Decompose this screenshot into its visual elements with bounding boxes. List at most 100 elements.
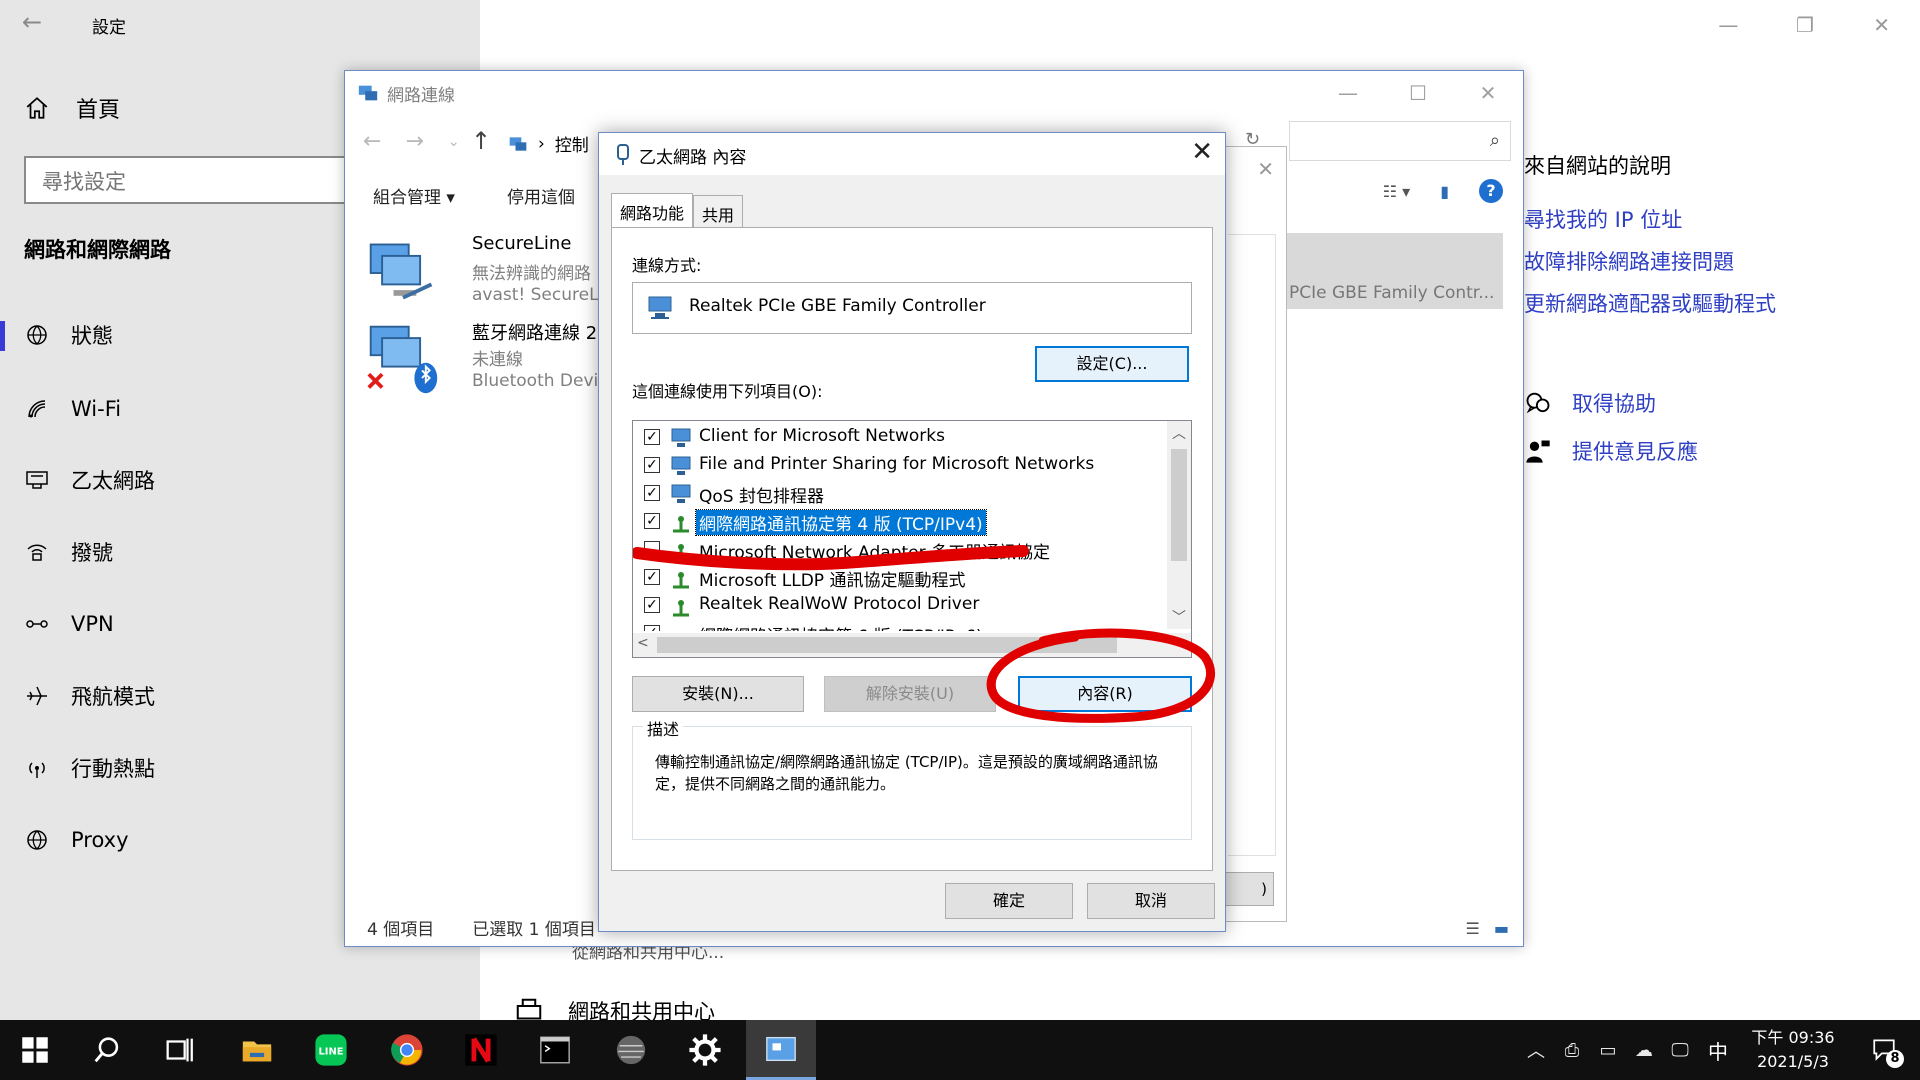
install-button[interactable]: 安裝(N)... [632,676,804,712]
feedback-link[interactable]: 提供意見反應 [1524,436,1698,466]
nav-label: 飛航模式 [71,685,155,709]
list-item[interactable]: ✓ File and Printer Sharing for Microsoft… [633,451,1168,479]
minimize-icon[interactable]: — [1313,71,1383,115]
netflix-button[interactable] [446,1020,516,1080]
breadcrumb[interactable]: › 控制 [508,131,589,156]
file-sharing-icon [671,456,691,475]
chat-help-icon [1526,392,1550,414]
network-tray-icon[interactable]: 🖵 [1662,1040,1698,1061]
home-icon [26,97,48,119]
checkbox[interactable]: ✓ [644,569,660,585]
list-item-label: Client for Microsoft Networks [699,426,946,446]
protocol-icon [673,516,689,533]
settings-gear-icon [689,1034,721,1066]
back-arrow-icon[interactable]: ← [363,129,381,155]
battery-icon[interactable]: ▭ [1590,1040,1626,1061]
wifi-icon [24,396,50,422]
minimize-icon[interactable]: — [1690,8,1767,42]
list-item[interactable]: ✓ Client for Microsoft Networks [633,423,1168,451]
ethernet-adapter-icon [617,144,629,165]
chrome-icon [391,1034,423,1066]
scroll-down-icon[interactable]: ﹀ [1167,607,1191,627]
up-arrow-icon[interactable]: ↑ [471,127,491,155]
settings-button[interactable] [670,1020,740,1080]
restore-icon[interactable]: ❐ [1767,8,1844,42]
recent-chevron-icon[interactable]: ⌄ [448,129,460,155]
list-item[interactable]: ✓ Microsoft LLDP 通訊協定驅動程式 [633,563,1168,591]
maximize-icon[interactable]: ☐ [1383,71,1453,115]
close-icon[interactable]: ✕ [1191,137,1213,167]
explorer-search-input[interactable]: ⌕ [1289,121,1511,161]
list-item[interactable]: ✓ QoS 封包排程器 [633,479,1168,507]
properties-button[interactable]: 內容(R) [1018,676,1192,712]
close-icon[interactable]: ✕ [1453,71,1523,115]
airplane-icon [24,683,50,709]
ime-indicator[interactable]: 中 [1698,1036,1738,1065]
avast-secureline-button[interactable] [596,1020,666,1080]
uninstall-button[interactable]: 解除安裝(U) [824,676,996,712]
start-button[interactable] [0,1020,70,1080]
checkbox[interactable]: ✓ [644,457,660,473]
vertical-scrollbar[interactable]: ︿ ﹀ [1167,421,1191,629]
list-item-selected[interactable]: ✓ 網際網路通訊協定第 4 版 (TCP/IPv4) [633,507,1168,536]
nav-label: 乙太網路 [71,469,155,493]
get-help-link[interactable]: 取得協助 [1524,388,1656,418]
checkbox[interactable]: ✓ [644,485,660,501]
task-view-button[interactable] [144,1020,214,1080]
checkbox[interactable]: ✓ [644,429,660,445]
checkbox[interactable] [644,541,660,557]
terminal-button[interactable] [520,1020,590,1080]
adapter-name: Realtek PCIe GBE Family Controller [689,296,986,316]
help-link-update-driver[interactable]: 更新網路適配器或驅動程式 [1524,288,1776,318]
list-item[interactable]: ✓ 網際網路通訊協定第 6 版 (TCP/IPv6) [633,619,1168,631]
cancel-button[interactable]: 取消 [1087,883,1215,919]
list-item[interactable]: Microsoft Network Adapter 多工器通訊協定 [633,535,1168,563]
preview-pane-icon[interactable]: ▮ [1440,182,1449,201]
onedrive-error-icon[interactable]: ☁ [1626,1040,1662,1061]
view-controls: ☷ ▾ ▮ ? [1383,179,1503,203]
change-view-icon[interactable]: ☷ ▾ [1383,182,1410,201]
help-icon[interactable]: ? [1479,179,1503,203]
selected-count: 已選取 1 個項目 [472,920,596,940]
scroll-left-icon[interactable]: < [637,635,649,651]
tab-strip: 網路功能 共用 [611,193,744,227]
home-nav-item[interactable]: 首頁 [24,92,120,124]
tab-networking[interactable]: 網路功能 [611,193,694,227]
checkbox[interactable]: ✓ [644,625,660,631]
horizontal-scrollbar[interactable]: < [633,633,1191,657]
help-link-find-ip[interactable]: 尋找我的 IP 位址 [1524,204,1682,234]
configure-button[interactable]: 設定(C)... [1035,346,1189,382]
action-center-button[interactable]: 8 [1848,1020,1920,1080]
help-link-troubleshoot[interactable]: 故障排除網路連接問題 [1524,246,1734,276]
large-icons-view-icon[interactable]: ▬ [1494,919,1509,938]
line-app-button[interactable]: LINE [296,1020,366,1080]
taskbar-search-button[interactable] [72,1020,142,1080]
file-explorer-button[interactable] [222,1020,292,1080]
list-item[interactable]: ✓ Realtek RealWoW Protocol Driver [633,591,1168,619]
checkbox[interactable]: ✓ [644,597,660,613]
meet-now-icon[interactable]: ⎙ [1554,1040,1590,1061]
details-view-icon[interactable]: ☰ [1466,919,1480,938]
forward-arrow-icon[interactable]: → [405,129,423,155]
breadcrumb-item[interactable]: 控制 [555,131,589,156]
disable-device-button[interactable]: 停用這個 [507,183,575,208]
tab-sharing[interactable]: 共用 [693,195,744,227]
checkbox[interactable]: ✓ [644,513,660,529]
scroll-thumb[interactable] [1171,449,1187,561]
ghost-adapter-name: PCIe GBE Family Contr... [1289,283,1495,303]
ok-button[interactable]: 確定 [945,883,1073,919]
network-connections-button[interactable] [746,1020,816,1080]
show-hidden-icons-icon[interactable]: ︿ [1518,1037,1554,1063]
components-list[interactable]: ✓ Client for Microsoft Networks ✓ File a… [632,420,1192,658]
clock[interactable]: 下午 09:36 2021/5/3 [1738,1026,1848,1074]
close-icon[interactable]: ✕ [1257,157,1274,181]
scroll-thumb[interactable] [657,637,1117,653]
back-arrow-icon[interactable]: ← [22,8,42,36]
close-icon[interactable]: ✕ [1843,8,1920,42]
bluetooth-connection-icon [367,325,438,394]
scroll-up-icon[interactable]: ︿ [1167,423,1191,443]
vpn-icon [24,611,50,637]
status-dialog-close-button[interactable]: ) [1218,872,1274,906]
organize-menu[interactable]: 組合管理 ▾ [373,183,455,208]
chrome-button[interactable] [372,1020,442,1080]
